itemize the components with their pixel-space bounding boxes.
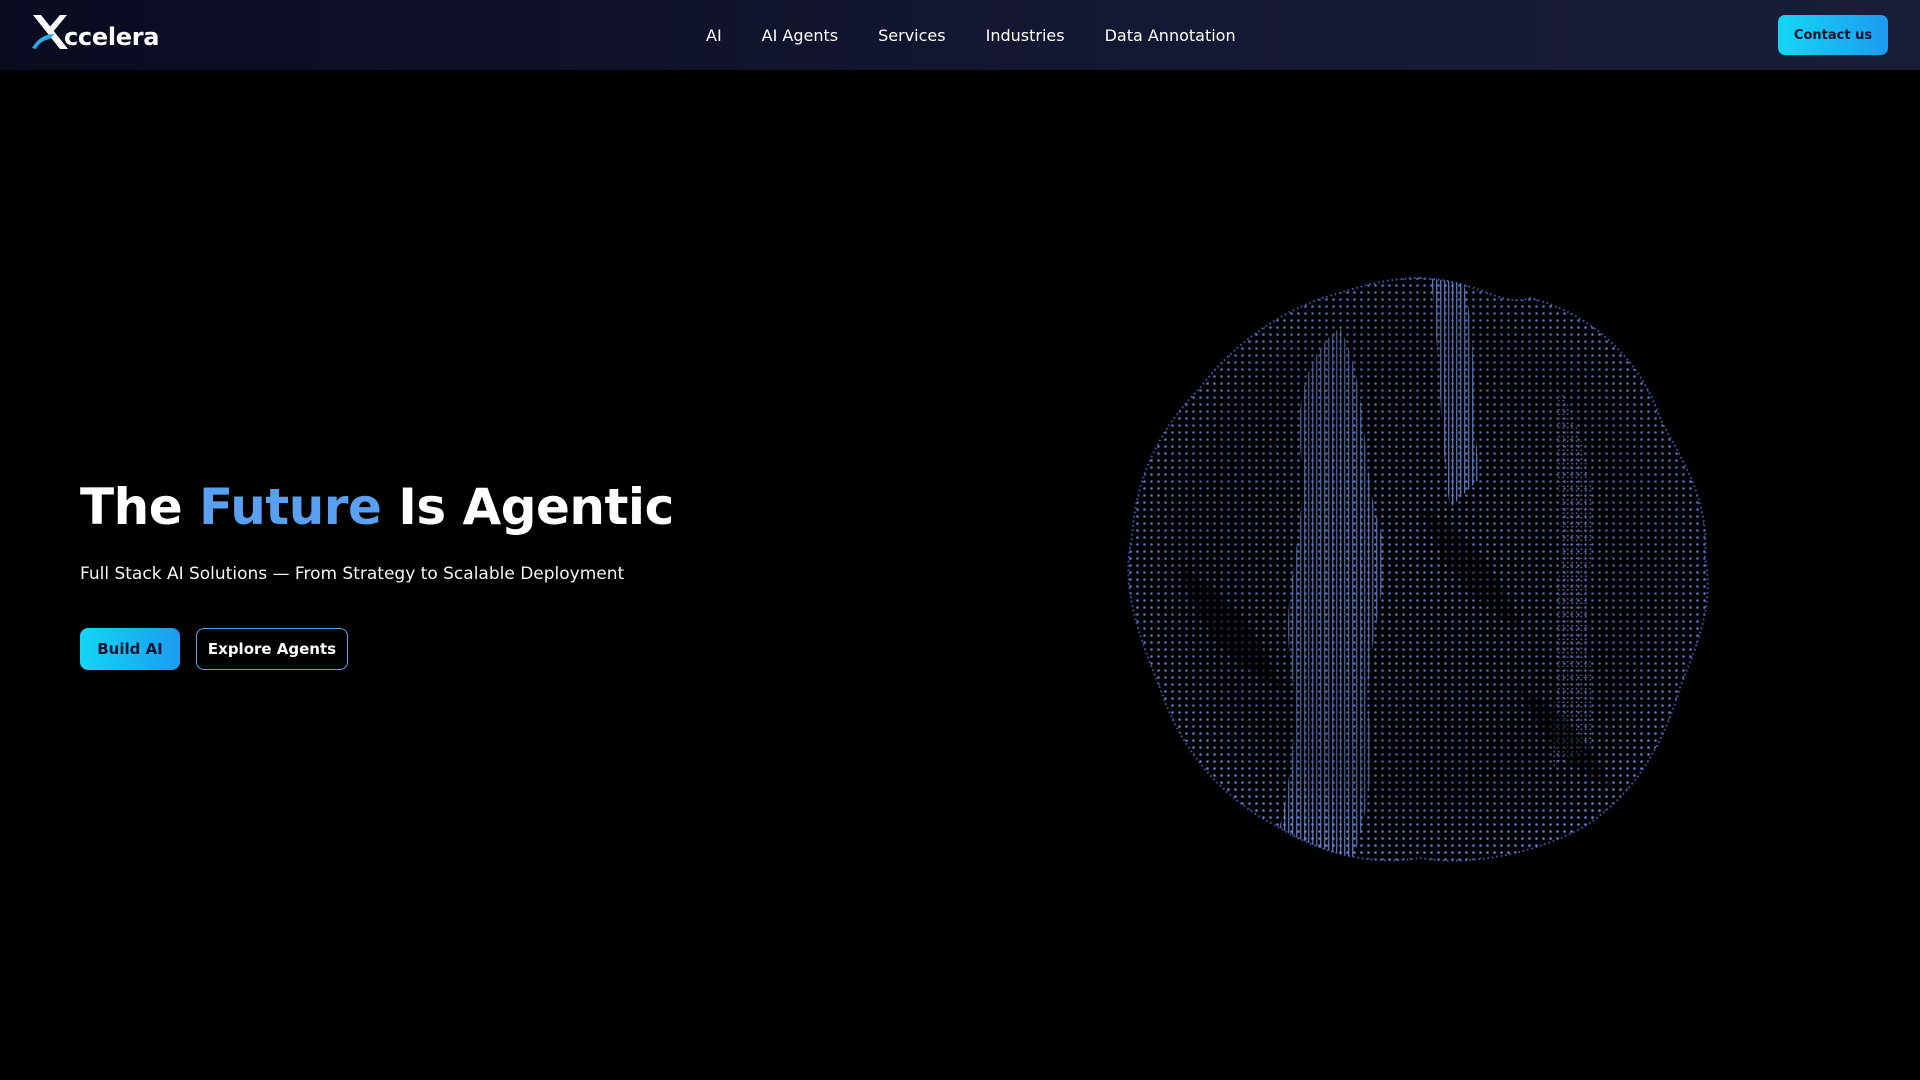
build-ai-button[interactable]: Build AI bbox=[80, 628, 180, 670]
hero-title-part1: The bbox=[80, 478, 200, 536]
brand-wordmark: ccelera bbox=[64, 23, 160, 51]
hero-title-part2: Is Agentic bbox=[381, 478, 674, 536]
top-navbar: ccelera AI AI Agents Services Industries… bbox=[0, 0, 1920, 70]
nav-link-industries[interactable]: Industries bbox=[986, 26, 1065, 45]
explore-agents-button[interactable]: Explore Agents bbox=[196, 628, 348, 670]
hero-subtitle: Full Stack AI Solutions — From Strategy … bbox=[80, 564, 625, 584]
nav-link-ai[interactable]: AI bbox=[706, 26, 722, 45]
particle-sphere-icon bbox=[1127, 276, 1709, 862]
nav-link-ai-agents[interactable]: AI Agents bbox=[762, 26, 838, 45]
primary-nav: AI AI Agents Services Industries Data An… bbox=[706, 0, 1236, 70]
nav-link-services[interactable]: Services bbox=[878, 26, 945, 45]
nav-link-data-annotation[interactable]: Data Annotation bbox=[1105, 26, 1236, 45]
brand-logo[interactable]: ccelera bbox=[30, 12, 159, 52]
contact-us-button[interactable]: Contact us bbox=[1778, 15, 1888, 55]
hero-title-accent: Future bbox=[199, 478, 382, 536]
hero-title: The Future Is Agentic bbox=[80, 474, 674, 540]
